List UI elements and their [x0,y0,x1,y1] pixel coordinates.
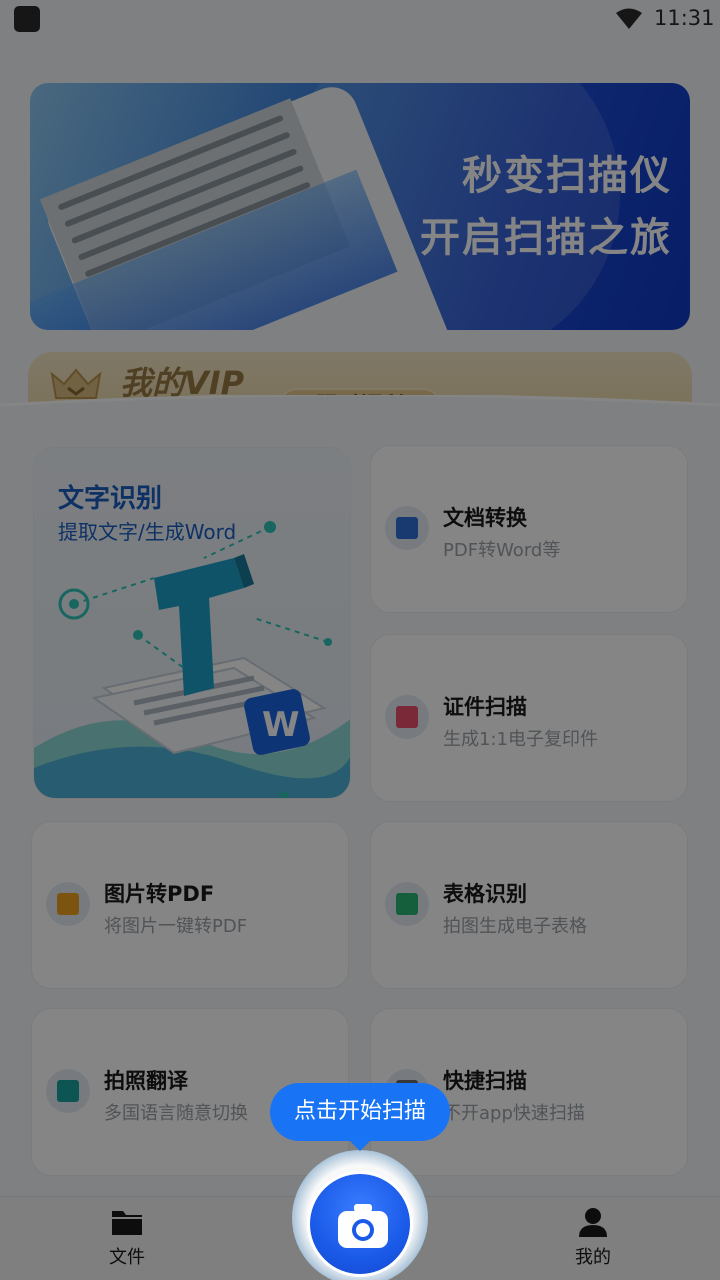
tooltip-tail [348,1139,372,1151]
start-scan-tooltip[interactable]: 点击开始扫描 [270,1083,450,1141]
camera-icon [338,1204,388,1248]
camera-scan-button[interactable] [307,1171,413,1277]
